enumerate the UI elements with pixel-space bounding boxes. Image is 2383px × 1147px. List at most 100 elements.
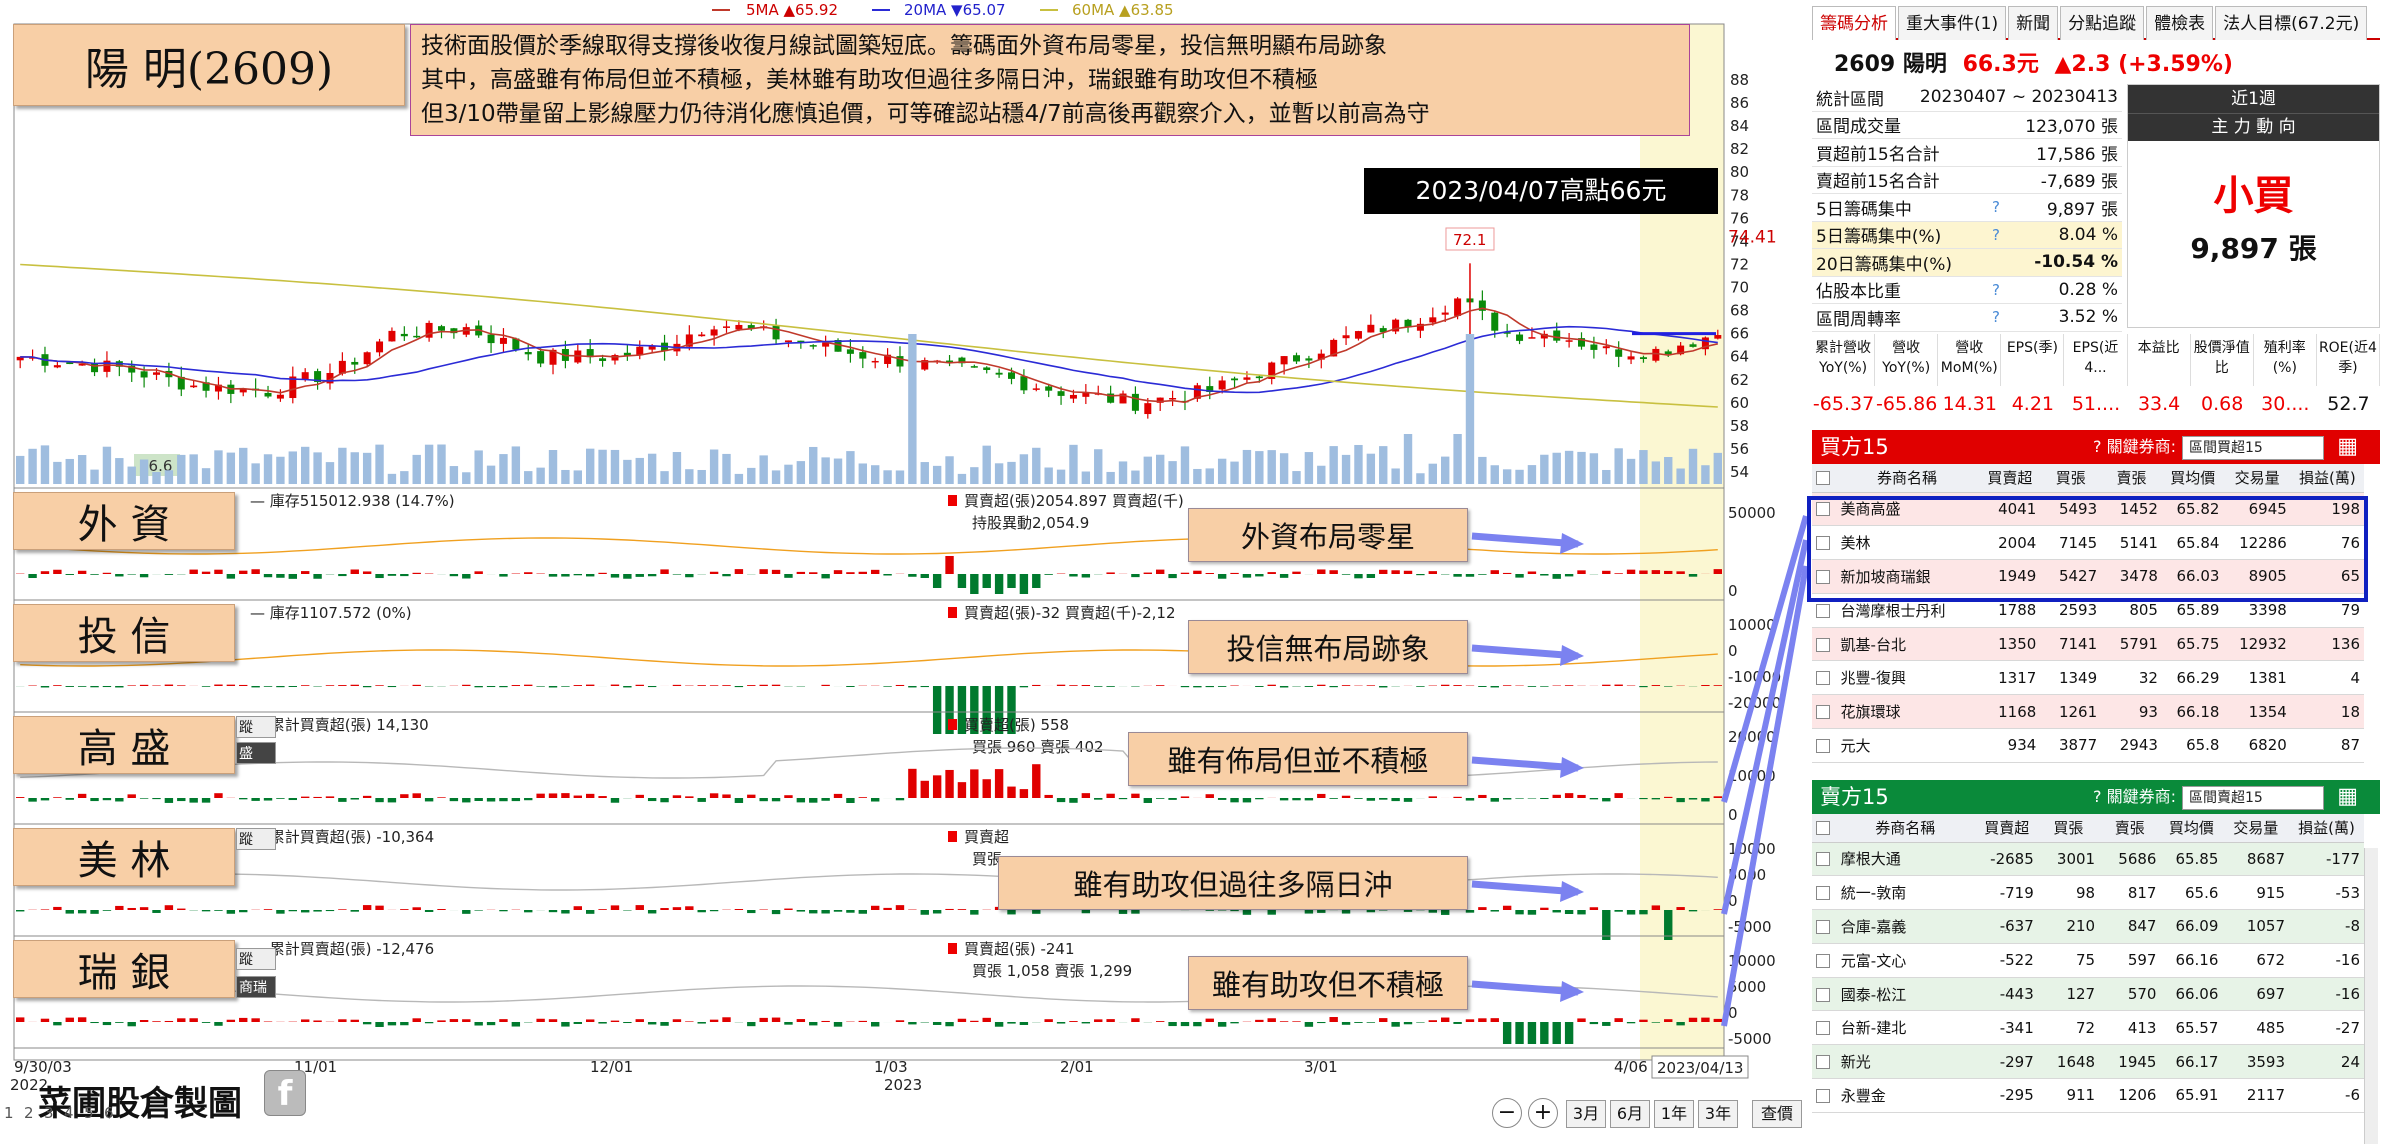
column-header[interactable]: 賣張: [2101, 464, 2162, 493]
zoom-out-icon[interactable]: −: [1492, 1098, 1522, 1128]
panel-side-tag[interactable]: 蹤: [236, 828, 276, 850]
flow-bar: [239, 1017, 248, 1022]
volume-bar: [945, 456, 954, 484]
period-button[interactable]: 6月: [1610, 1100, 1650, 1128]
column-header[interactable]: 買張: [2037, 814, 2100, 843]
question-icon[interactable]: ?: [2093, 437, 2107, 456]
right-tab[interactable]: 新聞: [2008, 6, 2059, 40]
flow-bar: [1713, 569, 1722, 574]
column-header[interactable]: 買均價: [2160, 814, 2223, 843]
volume-bar: [1688, 448, 1698, 484]
column-header[interactable]: 交易量: [2223, 464, 2291, 493]
table-row[interactable]: 永豐金 -295 911 1206 65.91 2117 -6: [1812, 1078, 2364, 1113]
facebook-icon[interactable]: f: [264, 1070, 306, 1116]
flow-bar: [1279, 686, 1289, 688]
flow-bar: [1478, 907, 1487, 910]
help-icon[interactable]: ?: [1992, 281, 2018, 299]
volume-bar: [1168, 461, 1177, 484]
table-row[interactable]: 台新-建北 -341 72 413 65.57 485 -27: [1812, 1010, 2364, 1046]
table-row[interactable]: 摩根大通 -2685 3001 5686 65.85 8687 -177: [1812, 842, 2364, 877]
column-header[interactable]: 損益(萬): [2290, 464, 2364, 493]
select-all-checkbox[interactable]: [1812, 464, 1835, 493]
volume-bar: [1317, 465, 1326, 484]
flow-bar: [1589, 798, 1599, 800]
right-tab[interactable]: 分點追蹤: [2060, 6, 2145, 40]
row-checkbox[interactable]: [1812, 728, 1835, 763]
panel-side-tag[interactable]: 盛: [236, 742, 276, 764]
panel-label: 投 信: [13, 604, 235, 662]
page-tab[interactable]: 3: [44, 1104, 54, 1122]
row-checkbox[interactable]: [1812, 943, 1835, 978]
row-checkbox[interactable]: [1812, 875, 1835, 911]
panel-side-tag[interactable]: 蹤: [236, 716, 276, 738]
row-checkbox[interactable]: [1812, 1044, 1835, 1080]
page-tab[interactable]: 4: [64, 1104, 74, 1122]
table-row[interactable]: 花旗環球 1168 1261 93 66.18 1354 18: [1812, 694, 2364, 730]
page-tab[interactable]: 2: [24, 1104, 34, 1122]
right-tab[interactable]: 籌碼分析: [1812, 6, 1896, 40]
column-header[interactable]: 交易量: [2222, 814, 2290, 843]
column-header[interactable]: 券商名稱: [1834, 464, 1980, 493]
sell-filter-select[interactable]: 區間賣超15: [2182, 786, 2324, 810]
flow-bar: [201, 1022, 211, 1023]
zoom-in-icon[interactable]: +: [1528, 1098, 1558, 1128]
column-header[interactable]: 損益(萬): [2289, 814, 2364, 843]
help-icon[interactable]: ?: [1992, 198, 2018, 216]
flow-bar: [561, 793, 570, 798]
column-header[interactable]: 買張: [2040, 464, 2102, 493]
row-checkbox[interactable]: [1812, 627, 1835, 662]
candle-body: [859, 352, 867, 359]
sell-scrollbar[interactable]: [2364, 848, 2378, 1144]
table-row[interactable]: 凱基-台北 1350 7141 5791 65.75 12932 136: [1812, 627, 2364, 662]
row-checkbox[interactable]: [1812, 1010, 1835, 1046]
column-header[interactable]: 買均價: [2161, 464, 2224, 493]
column-header[interactable]: 買賣超: [1979, 464, 2041, 493]
table-row[interactable]: 新光 -297 1648 1945 66.17 3593 24: [1812, 1044, 2364, 1080]
table-row[interactable]: 兆豐-復興 1317 1349 32 66.29 1381 4: [1812, 660, 2364, 696]
table-row[interactable]: 統一-敦南 -719 98 817 65.6 915 -53: [1812, 875, 2364, 911]
right-tab[interactable]: 體檢表: [2146, 6, 2214, 40]
row-checkbox[interactable]: [1812, 694, 1835, 730]
page-tab[interactable]: 1: [4, 1104, 14, 1122]
flow-bar: [511, 798, 521, 802]
panel-tick: -5000: [1728, 918, 1772, 936]
question-icon[interactable]: ?: [2093, 787, 2107, 806]
row-checkbox[interactable]: [1812, 660, 1835, 696]
period-button[interactable]: 1年: [1654, 1100, 1694, 1128]
row-checkbox[interactable]: [1812, 909, 1835, 944]
table-row[interactable]: 元富-文心 -522 75 597 66.16 672 -16: [1812, 943, 2364, 978]
query-price-button[interactable]: 查價: [1752, 1100, 1802, 1128]
row-checkbox[interactable]: [1812, 1078, 1835, 1113]
right-tab[interactable]: 重大事件(1): [1898, 6, 2007, 40]
buy-filter-select[interactable]: 區間買超15: [2182, 436, 2324, 460]
column-header[interactable]: 券商名稱: [1834, 814, 1976, 843]
select-all-checkbox[interactable]: [1812, 814, 1835, 843]
flow-bar: [734, 798, 744, 803]
period-button[interactable]: 3月: [1566, 1100, 1606, 1128]
table-row[interactable]: 合庫-嘉義 -637 210 847 66.09 1057 -8: [1812, 909, 2364, 944]
column-header[interactable]: 買賣超: [1975, 814, 2038, 843]
page-tab[interactable]: 5: [84, 1104, 94, 1122]
flow-bar: [957, 782, 967, 798]
right-tab[interactable]: 法人目標(67.2元): [2215, 6, 2368, 40]
help-icon[interactable]: ?: [1992, 308, 2018, 326]
grid-icon[interactable]: ▦: [2337, 780, 2358, 814]
flow-bar: [412, 684, 421, 686]
table-row[interactable]: 元大 934 3877 2943 65.8 6820 87: [1812, 728, 2364, 763]
table-row[interactable]: 國泰-松江 -443 127 570 66.06 697 -16: [1812, 977, 2364, 1012]
row-checkbox[interactable]: [1812, 842, 1835, 877]
row-checkbox[interactable]: [1812, 977, 1835, 1012]
column-header[interactable]: 賣張: [2099, 814, 2161, 843]
page-tab[interactable]: 6: [104, 1104, 114, 1122]
panel-side-tag[interactable]: 商瑞: [236, 976, 276, 998]
grid-icon[interactable]: ▦: [2337, 430, 2358, 464]
period-button[interactable]: 3年: [1698, 1100, 1738, 1128]
flow-bar: [1403, 910, 1413, 912]
volume-bar: [1453, 434, 1462, 484]
panel-side-tag[interactable]: 蹤: [236, 948, 276, 970]
help-icon[interactable]: ?: [1992, 226, 2018, 244]
flow-bar: [1552, 1022, 1561, 1044]
candle-body: [53, 365, 61, 368]
candle-body: [772, 325, 780, 340]
flow-bar: [1081, 910, 1091, 914]
